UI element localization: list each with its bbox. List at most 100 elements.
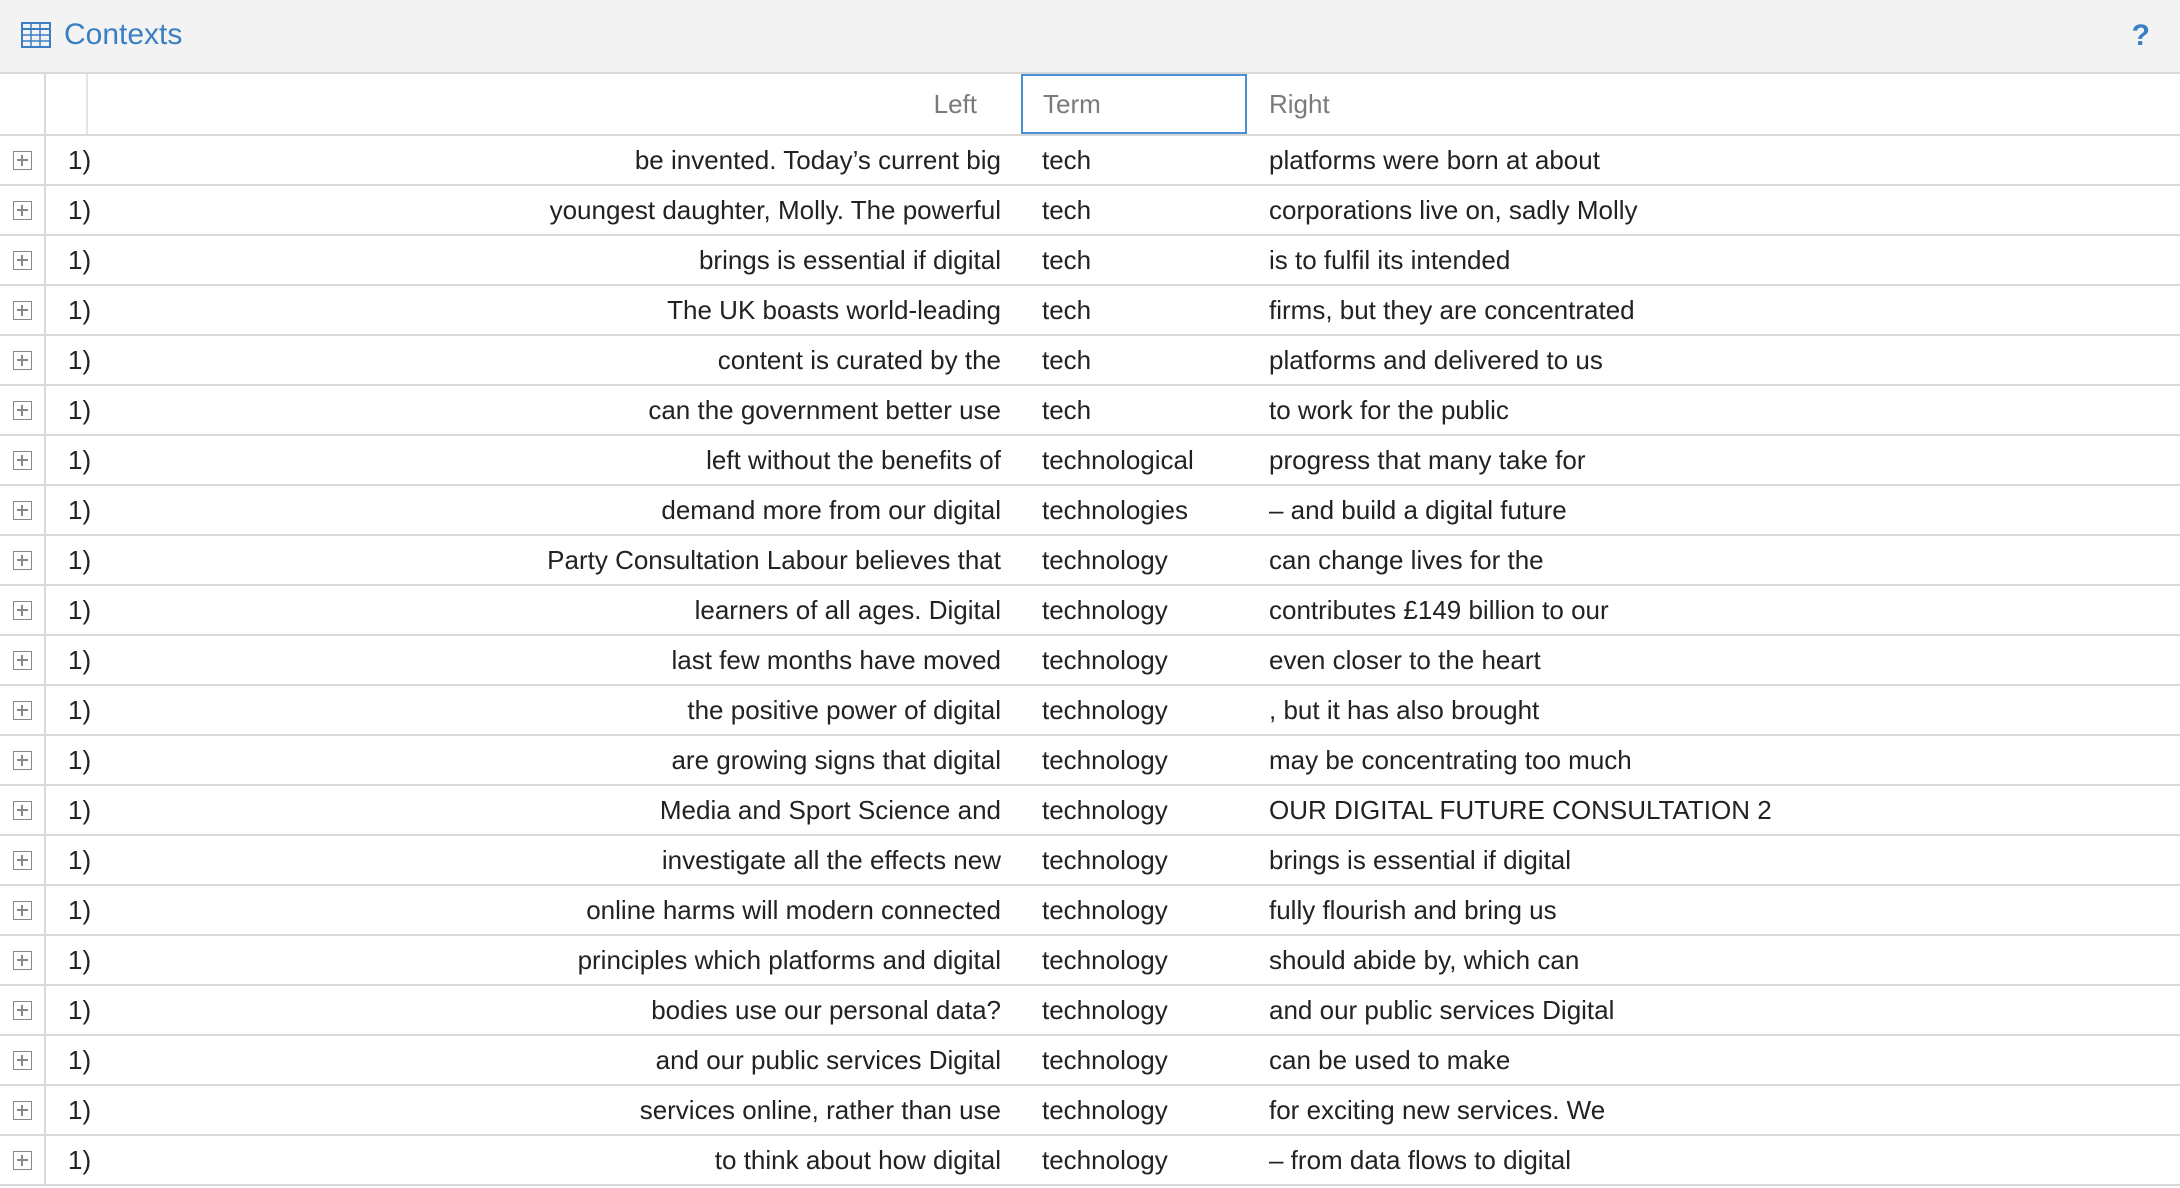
table-row[interactable]: 1) youngest daughter, Molly. The powerful… (0, 186, 2180, 236)
term-cell: technology (1042, 1095, 1168, 1125)
expand-plus-icon[interactable] (13, 1051, 32, 1070)
panel-header: Contexts ? (0, 0, 2180, 74)
expand-cell (0, 986, 46, 1034)
panel-title: Contexts (64, 18, 183, 51)
term-cell: technology (1042, 745, 1168, 775)
expand-cell (0, 1036, 46, 1084)
right-context: platforms and delivered to us (1269, 345, 1603, 375)
expand-plus-icon[interactable] (13, 251, 32, 270)
expand-plus-icon[interactable] (13, 551, 32, 570)
expand-plus-icon[interactable] (13, 951, 32, 970)
expand-plus-icon[interactable] (13, 901, 32, 920)
expand-cell (0, 336, 46, 384)
left-context: be invented. Today’s current big (634, 145, 1001, 175)
table-row[interactable]: 1) and our public services Digital technol… (0, 1036, 2180, 1086)
right-context: is to fulfil its intended (1269, 245, 1511, 275)
column-header-left[interactable]: Left (88, 74, 1021, 134)
expand-plus-icon[interactable] (13, 851, 32, 870)
term-cell: technology (1042, 895, 1168, 925)
term-cell: technology (1042, 995, 1168, 1025)
expand-cell (0, 1086, 46, 1134)
expand-cell (0, 636, 46, 684)
right-context: fully flourish and bring us (1269, 895, 1557, 925)
right-context: progress that many take for (1269, 445, 1586, 475)
right-context: may be concentrating too much (1269, 745, 1632, 775)
term-cell: tech (1042, 395, 1092, 425)
term-cell: tech (1042, 145, 1092, 175)
expand-cell (0, 786, 46, 834)
right-context: for exciting new services. We (1269, 1095, 1606, 1125)
expand-plus-icon[interactable] (13, 801, 32, 820)
right-context: platforms were born at about (1269, 145, 1600, 175)
expand-plus-icon[interactable] (13, 501, 32, 520)
expand-plus-icon[interactable] (13, 351, 32, 370)
table-row[interactable]: 1) the positive power of digital technolog… (0, 686, 2180, 736)
term-cell: tech (1042, 295, 1092, 325)
right-context: , but it has also brought (1269, 695, 1540, 725)
right-context: and our public services Digital (1269, 995, 1615, 1025)
table-row[interactable]: 1) are growing signs that digital technolo… (0, 736, 2180, 786)
expand-plus-icon[interactable] (13, 451, 32, 470)
table-row[interactable]: 1) learners of all ages. Digital technolog… (0, 586, 2180, 636)
expand-plus-icon[interactable] (13, 151, 32, 170)
right-context: should abide by, which can (1269, 945, 1580, 975)
left-context: to think about how digital (714, 1145, 1001, 1175)
term-cell: technology (1042, 1145, 1168, 1175)
left-context: online harms will modern connected (586, 895, 1001, 925)
left-context: The UK boasts world-leading (667, 295, 1001, 325)
right-context: to work for the public (1269, 395, 1509, 425)
term-cell: technology (1042, 1045, 1168, 1075)
expand-cell (0, 286, 46, 334)
expand-plus-icon[interactable] (13, 1101, 32, 1120)
expand-cell (0, 586, 46, 634)
term-cell: technology (1042, 795, 1168, 825)
table-row[interactable]: 1) principles which platforms and digital… (0, 936, 2180, 986)
left-context: content is curated by the (717, 345, 1001, 375)
number-column-header (46, 74, 88, 134)
expand-plus-icon[interactable] (13, 201, 32, 220)
table-row[interactable]: 1) bodies use our personal data? technolog… (0, 986, 2180, 1036)
expand-plus-icon[interactable] (13, 601, 32, 620)
expand-plus-icon[interactable] (13, 651, 32, 670)
left-context: Media and Sport Science and (659, 795, 1001, 825)
table-row[interactable]: 1) demand more from our digital technologi… (0, 486, 2180, 536)
term-cell: technology (1042, 695, 1168, 725)
table-row[interactable]: 1) brings is essential if digital tech is t… (0, 236, 2180, 286)
column-header-right[interactable]: Right (1247, 74, 2180, 134)
left-context: investigate all the effects new (661, 845, 1001, 875)
right-context: can change lives for the (1269, 545, 1544, 575)
help-icon[interactable]: ? (2132, 16, 2150, 56)
table-row[interactable]: 1) The UK boasts world-leading tech firms, … (0, 286, 2180, 336)
expand-plus-icon[interactable] (13, 751, 32, 770)
table-header: Left Term Right (0, 74, 2180, 136)
left-context: can the government better use (648, 395, 1001, 425)
table-row[interactable]: 1) left without the benefits of technologi… (0, 436, 2180, 486)
left-context: services online, rather than use (639, 1095, 1001, 1125)
term-cell: tech (1042, 195, 1092, 225)
table-row[interactable]: 1) content is curated by the tech platforms… (0, 336, 2180, 386)
table-row[interactable]: 1) last few months have moved technology ev… (0, 636, 2180, 686)
expand-column-header (0, 74, 46, 134)
expand-cell (0, 136, 46, 184)
table-row[interactable]: 1) online harms will modern connected tech… (0, 886, 2180, 936)
table-row[interactable]: 1) be invented. Today’s current big tech pl… (0, 136, 2180, 186)
left-context: brings is essential if digital (698, 245, 1001, 275)
table-row[interactable]: 1) Media and Sport Science and technology O… (0, 786, 2180, 836)
expand-plus-icon[interactable] (13, 301, 32, 320)
expand-plus-icon[interactable] (13, 401, 32, 420)
table-row[interactable]: 1) investigate all the effects new technol… (0, 836, 2180, 886)
left-context: Party Consultation Labour believes that (547, 545, 1001, 575)
right-context: even closer to the heart (1269, 645, 1541, 675)
table-row[interactable]: 1) services online, rather than use techno… (0, 1086, 2180, 1136)
right-context: – and build a digital future (1269, 495, 1567, 525)
expand-plus-icon[interactable] (13, 1001, 32, 1020)
expand-cell (0, 186, 46, 234)
table-row[interactable]: 1) Party Consultation Labour believes tha… (0, 536, 2180, 586)
expand-plus-icon[interactable] (13, 1151, 32, 1170)
expand-plus-icon[interactable] (13, 701, 32, 720)
left-context: principles which platforms and digital (577, 945, 1001, 975)
left-context: last few months have moved (671, 645, 1002, 675)
table-row[interactable]: 1) to think about how digital technology – … (0, 1136, 2180, 1186)
table-row[interactable]: 1) can the government better use tech to wo… (0, 386, 2180, 436)
column-header-term[interactable]: Term (1021, 74, 1247, 134)
